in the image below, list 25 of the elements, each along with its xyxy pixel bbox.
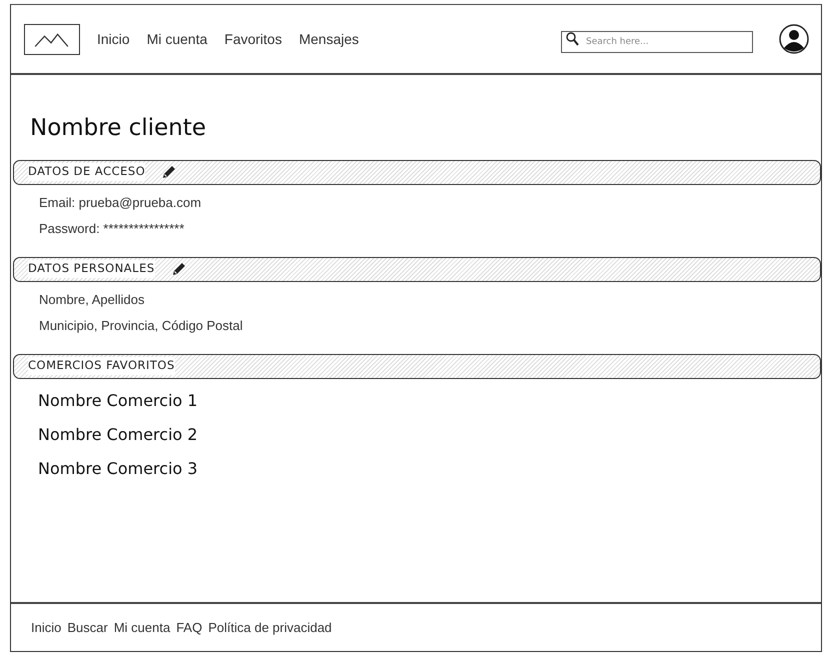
pencil-icon[interactable] (161, 164, 178, 180)
nav-link-item[interactable]: Inicio (97, 28, 130, 50)
nav-link-item[interactable]: Mi cuenta (146, 28, 208, 50)
nav-link-item[interactable]: Mensajes (298, 28, 359, 50)
section-heading: DATOS PERSONALES (28, 260, 155, 278)
logo-image-icon (24, 24, 80, 54)
shop-link[interactable]: Nombre Comercio 1 (38, 388, 198, 413)
nav-link-item[interactable]: Favoritos (224, 28, 282, 50)
footer-link[interactable]: Mi cuenta (114, 618, 170, 638)
page-title: Nombre cliente (30, 115, 208, 143)
footer-link[interactable]: FAQ (176, 618, 202, 638)
detail-text: Password: **************** (39, 220, 186, 237)
shop-link[interactable]: Nombre Comercio 2 (38, 422, 198, 447)
detail-text: Municipio, Provincia, Código Postal (39, 318, 244, 334)
detail-text: Nombre, Apellidos (39, 292, 146, 308)
section-heading: COMERCIOS FAVORITOS (28, 357, 175, 375)
shop-link[interactable]: Nombre Comercio 3 (38, 456, 198, 481)
search-field[interactable]: Search here... (561, 31, 753, 53)
footer-link[interactable]: Inicio (31, 618, 62, 638)
footer-link[interactable]: Buscar (67, 618, 108, 638)
footer-link[interactable]: Política de privacidad (208, 618, 332, 638)
detail-text: Email: prueba@prueba.com (39, 194, 202, 211)
user-avatar-icon[interactable] (779, 24, 809, 54)
pencil-icon[interactable] (170, 261, 187, 278)
section-heading: DATOS DE ACCESO (28, 163, 146, 181)
